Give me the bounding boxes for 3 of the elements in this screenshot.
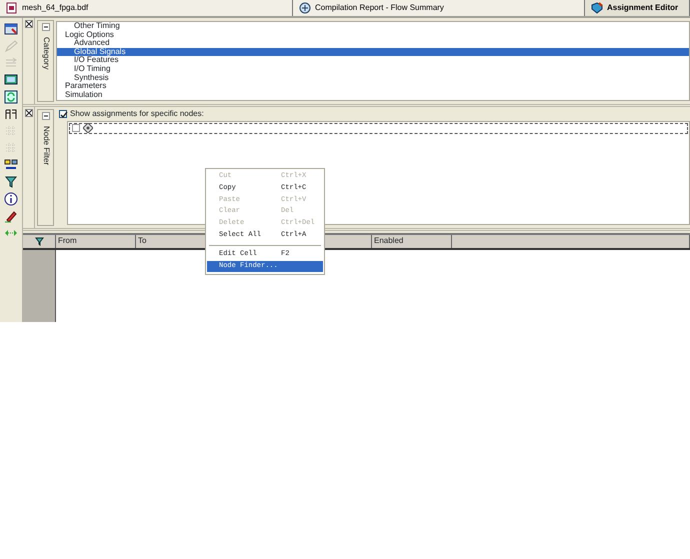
panel-title: Category <box>41 37 50 70</box>
checkbox-label: Show assignments for specific nodes: <box>70 110 204 119</box>
panel-title: Node Filter <box>41 126 50 166</box>
